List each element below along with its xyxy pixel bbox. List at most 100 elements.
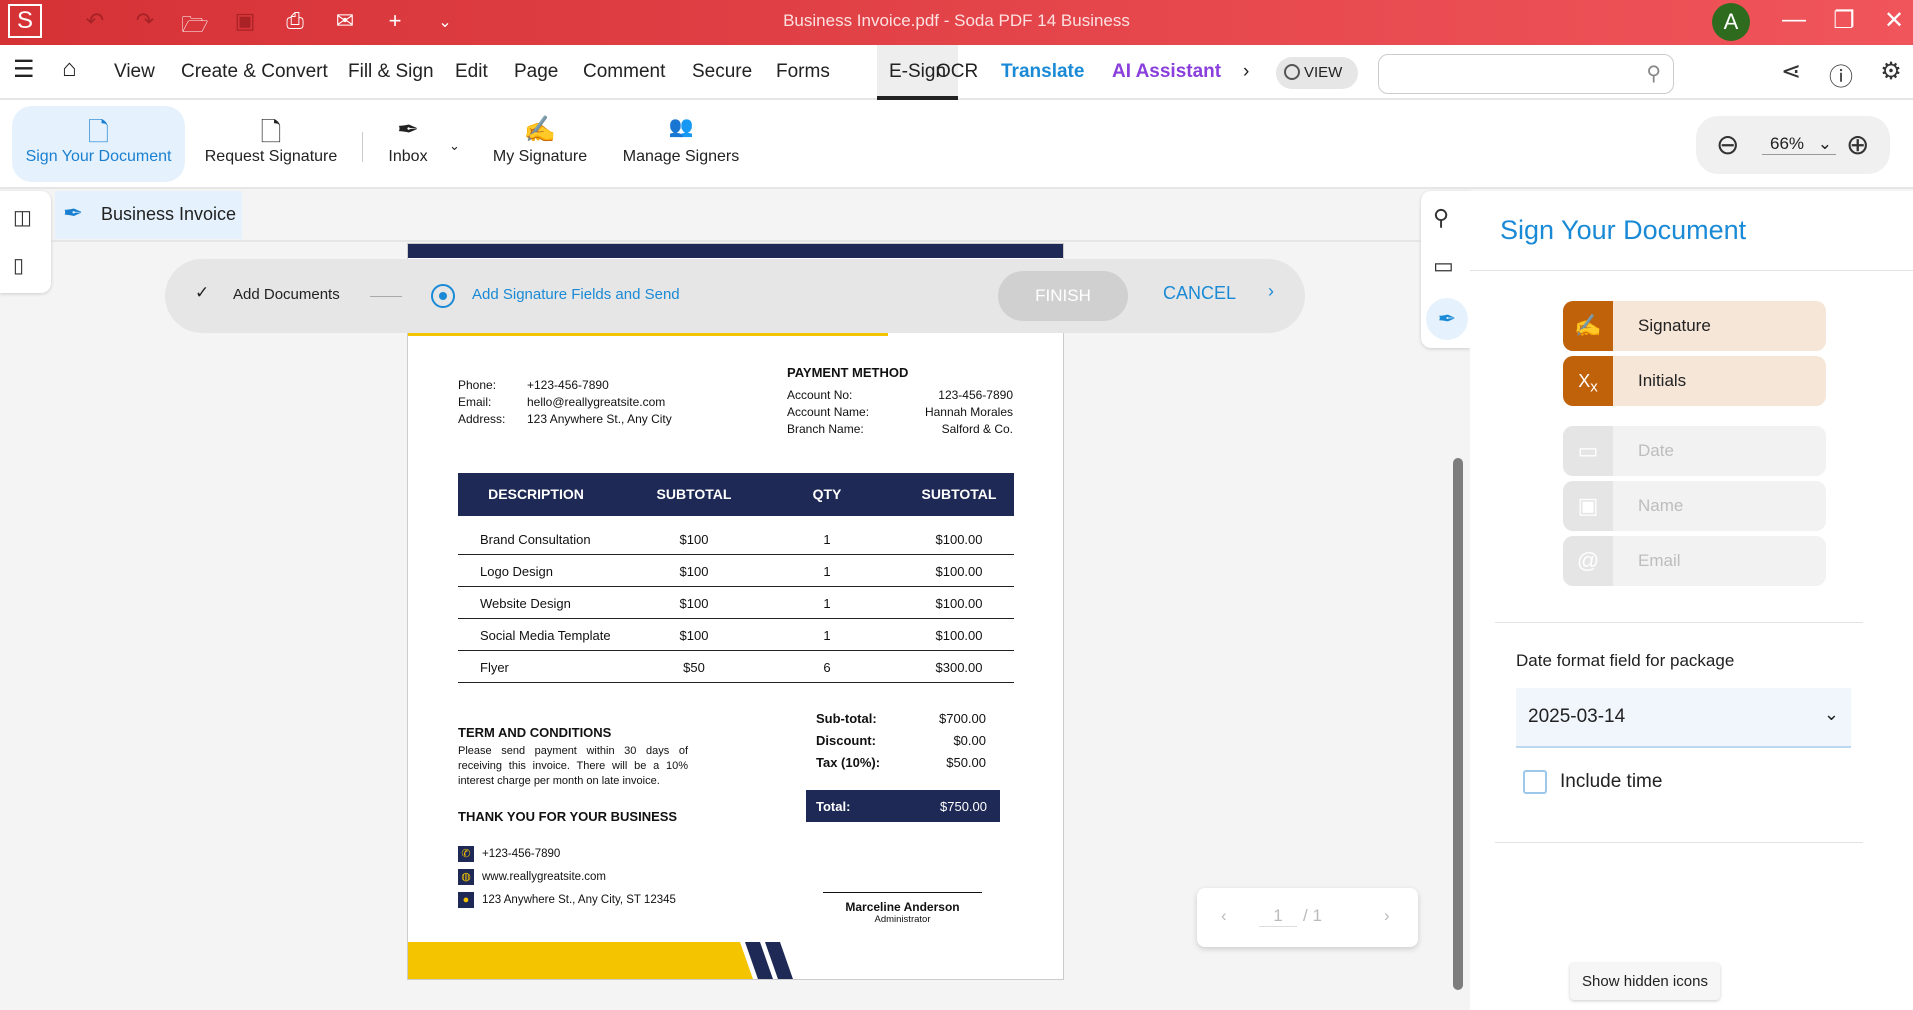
chevron-right-icon[interactable]: › xyxy=(1268,281,1274,302)
document-tab-label: Business Invoice xyxy=(101,204,236,224)
date-format-select[interactable]: 2025-03-14 ⌄ xyxy=(1516,688,1851,748)
active-step-radio-icon xyxy=(431,284,455,308)
request-signature-button[interactable]: 🗋Request Signature xyxy=(195,106,347,182)
next-page-icon[interactable]: › xyxy=(1384,906,1390,926)
restore-icon[interactable]: ❐ xyxy=(1826,6,1862,35)
share-icon[interactable]: ⋖ xyxy=(1774,57,1808,86)
chevron-down-icon: ⌄ xyxy=(1824,704,1839,725)
menu-more-chevron-icon[interactable]: › xyxy=(1243,61,1249,83)
avatar[interactable]: A xyxy=(1712,3,1750,41)
left-rail: ◫ ▯ xyxy=(0,191,51,293)
phone-icon: ✆ xyxy=(458,846,474,862)
terms-text: Please send payment within 30 days of re… xyxy=(458,744,688,789)
search-icon[interactable]: ⚲ xyxy=(1433,205,1449,231)
check-icon: ✓ xyxy=(195,283,209,303)
table-header: DESCRIPTIONSUBTOTALQTYSUBTOTAL xyxy=(458,473,1014,516)
window-title: Business Invoice.pdf - Soda PDF 14 Busin… xyxy=(0,11,1913,31)
table-row: Website Design$1001$100.00 xyxy=(458,587,1014,619)
table-row: Flyer$506$300.00 xyxy=(458,651,1014,683)
signer-name: Marceline Anderson xyxy=(823,900,982,914)
footer-stripes xyxy=(408,942,1064,980)
page-total: / 1 xyxy=(1303,906,1322,926)
sign-your-document-button[interactable]: 🗋Sign Your Document xyxy=(12,106,185,182)
zoom-in-icon[interactable]: ⊕ xyxy=(1846,128,1869,161)
menu-ocr[interactable]: OCR xyxy=(936,61,978,83)
contact-labels: Phone:Email:Address: xyxy=(458,377,505,428)
close-icon[interactable]: ✕ xyxy=(1876,6,1912,35)
table-row: Logo Design$1001$100.00 xyxy=(458,555,1014,587)
menu-edit[interactable]: Edit xyxy=(455,61,488,83)
terms-title: TERM AND CONDITIONS xyxy=(458,725,611,740)
payment-labels: Account No:Account Name:Branch Name: xyxy=(787,387,869,438)
page-number-input[interactable]: 1 xyxy=(1259,906,1297,927)
inbox-chevron-down-icon[interactable]: ⌄ xyxy=(449,138,460,154)
document-tab[interactable]: ✒ Business Invoice xyxy=(55,191,242,239)
menu-forms[interactable]: Forms xyxy=(776,61,830,83)
menu-bar: ☰ ⌂ View Create & Convert Fill & Sign Ed… xyxy=(0,45,1913,100)
menu-page[interactable]: Page xyxy=(514,61,558,83)
panel-title: Sign Your Document xyxy=(1500,215,1746,246)
calendar-icon: ▭ xyxy=(1563,426,1613,476)
sign-panel: Sign Your Document ✍Signature XxInitials… xyxy=(1470,191,1913,1010)
panel-window-icon[interactable]: ▭ xyxy=(1433,253,1454,279)
zoom-control: ⊖ 66%⌄ ⊕ xyxy=(1696,116,1890,174)
vertical-scrollbar[interactable] xyxy=(1453,458,1463,990)
inbox-button[interactable]: ✒Inbox xyxy=(378,106,438,182)
manage-signers-button[interactable]: 👥Manage Signers xyxy=(616,106,746,182)
footer-website: ◍www.reallygreatsite.com xyxy=(458,869,606,885)
footer-address: ●123 Anywhere St., Any City, ST 12345 xyxy=(458,892,676,908)
payment-values: 123-456-7890Hannah MoralesSalford & Co. xyxy=(925,387,1013,438)
help-icon[interactable]: ⓘ xyxy=(1824,57,1858,92)
menu-view[interactable]: View xyxy=(114,61,155,83)
bookmark-icon[interactable]: ▯ xyxy=(13,253,24,278)
step-add-documents[interactable]: Add Documents xyxy=(233,286,340,303)
menu-fill-sign[interactable]: Fill & Sign xyxy=(348,61,434,83)
search-input[interactable]: ⚲ xyxy=(1378,54,1674,94)
menu-secure[interactable]: Secure xyxy=(692,61,752,83)
date-format-value: 2025-03-14 xyxy=(1528,706,1625,727)
pen-nib-icon: ✒ xyxy=(63,199,83,228)
include-time-label: Include time xyxy=(1560,771,1662,793)
e-sign-pen-icon[interactable]: ✒ xyxy=(1426,298,1468,340)
label: Inbox xyxy=(388,148,427,165)
include-time-checkbox[interactable] xyxy=(1523,770,1547,794)
step-connector xyxy=(370,296,402,297)
pen-nib-icon: ✒ xyxy=(378,114,438,148)
cancel-button[interactable]: CANCEL xyxy=(1163,283,1236,304)
prev-page-icon[interactable]: ‹ xyxy=(1221,906,1227,926)
menu-ai-assistant[interactable]: AI Assistant xyxy=(1112,61,1221,83)
signature-icon: ✍ xyxy=(483,114,597,148)
view-toggle[interactable]: VIEW xyxy=(1276,57,1358,89)
finish-button[interactable]: FINISH xyxy=(998,271,1128,321)
signature-field-button[interactable]: ✍Signature xyxy=(1563,301,1826,351)
chevron-down-icon: ⌄ xyxy=(1818,134,1832,154)
zoom-select[interactable]: 66%⌄ xyxy=(1762,134,1836,155)
step-add-signature-fields[interactable]: Add Signature Fields and Send xyxy=(472,286,680,303)
label: Request Signature xyxy=(205,148,338,165)
hamburger-icon[interactable]: ☰ xyxy=(13,55,35,84)
name-field-button[interactable]: ▣Name xyxy=(1563,481,1826,531)
my-signature-button[interactable]: ✍My Signature xyxy=(483,106,597,182)
home-icon[interactable]: ⌂ xyxy=(62,55,77,83)
settings-gear-icon[interactable]: ⚙ xyxy=(1874,57,1908,86)
initials-field-button[interactable]: XxInitials xyxy=(1563,356,1826,406)
footer-phone: ✆+123-456-7890 xyxy=(458,846,560,862)
menu-create-convert[interactable]: Create & Convert xyxy=(181,61,328,83)
menu-comment[interactable]: Comment xyxy=(583,61,665,83)
divider xyxy=(1495,622,1863,623)
zoom-out-icon[interactable]: ⊖ xyxy=(1716,128,1739,161)
email-field-button[interactable]: @Email xyxy=(1563,536,1826,586)
search-icon[interactable]: ⚲ xyxy=(1646,61,1661,86)
total-box: Total:$750.00 xyxy=(806,790,1000,822)
signature-icon: ✍ xyxy=(1563,301,1613,351)
yellow-band xyxy=(408,942,754,980)
page-navigator: ‹ 1 / 1 › xyxy=(1197,888,1418,947)
panel-toggle-icon[interactable]: ◫ xyxy=(13,205,32,230)
signer-role: Administrator xyxy=(823,914,982,925)
show-hidden-icons-tooltip[interactable]: Show hidden icons xyxy=(1570,963,1720,1000)
minimize-icon[interactable]: — xyxy=(1776,6,1812,34)
menu-translate[interactable]: Translate xyxy=(1001,61,1084,83)
view-toggle-label: VIEW xyxy=(1304,64,1342,81)
label: Manage Signers xyxy=(623,148,740,165)
date-field-button[interactable]: ▭Date xyxy=(1563,426,1826,476)
